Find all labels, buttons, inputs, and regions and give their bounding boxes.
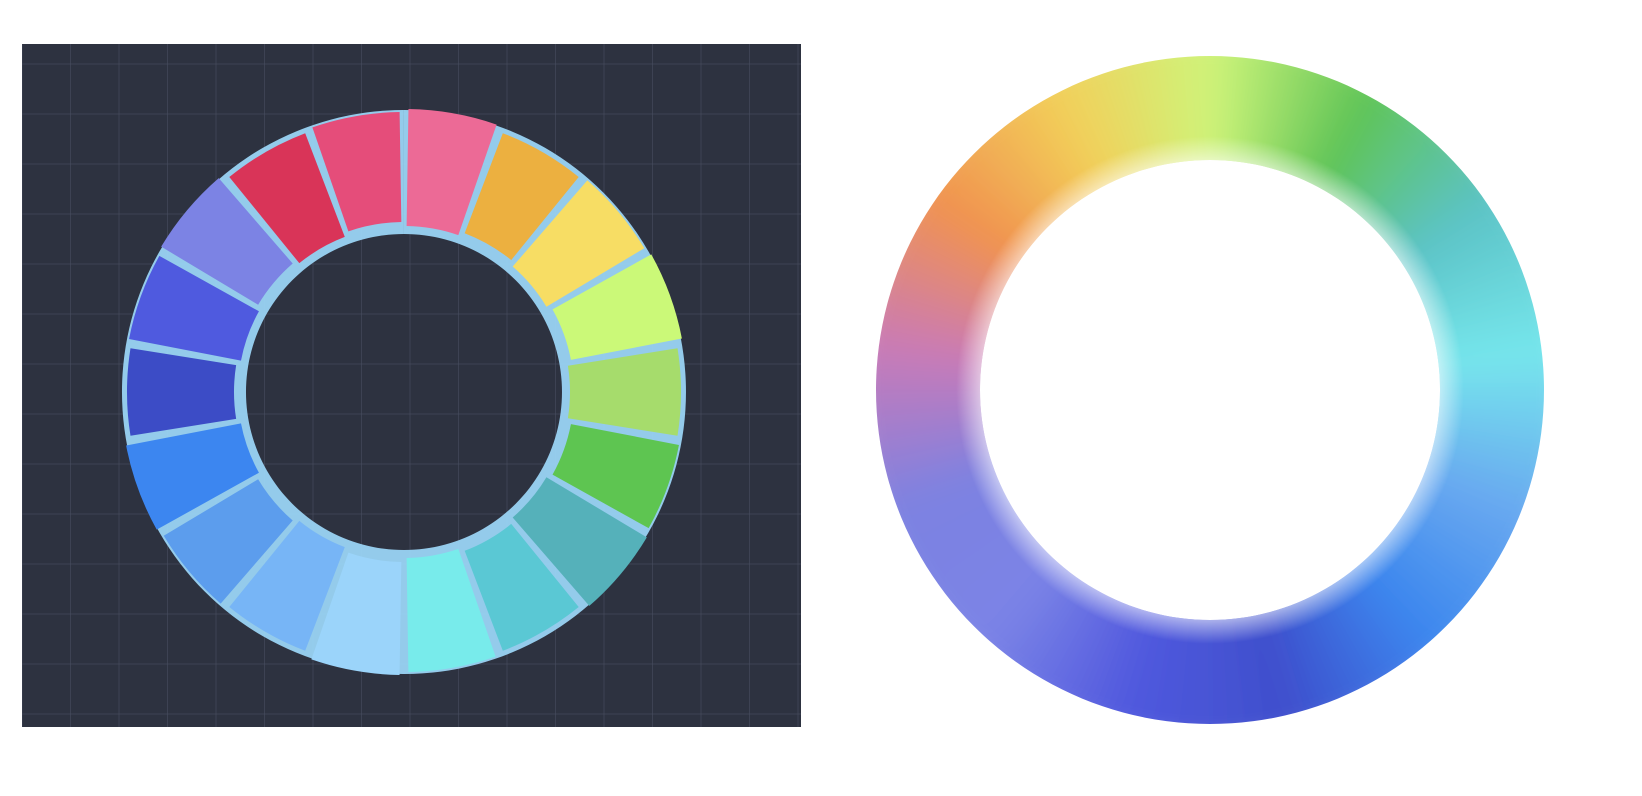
segmented-color-wheel-panel: [22, 44, 801, 727]
gradient-color-ring: [875, 56, 1544, 724]
segmented-color-wheel: [22, 44, 801, 727]
gradient-color-ring-panel: [870, 50, 1550, 730]
gradient-ring-inner-glow: [876, 56, 1544, 724]
